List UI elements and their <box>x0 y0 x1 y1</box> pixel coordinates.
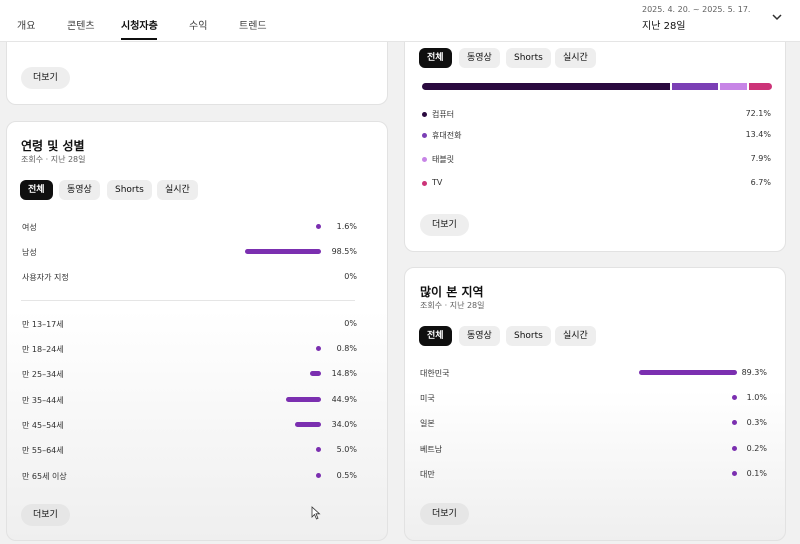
region-label-taiwan: 대만 <box>420 470 435 479</box>
device-bar-tablet <box>720 83 747 90</box>
region-dot-vietnam <box>732 446 737 451</box>
age-label-25-34: 만 25–34세 <box>22 370 64 379</box>
legend-dot-mobile <box>422 133 427 138</box>
gender-label-custom: 사용자가 지정 <box>22 273 69 282</box>
age-bar-35-44 <box>286 397 321 402</box>
tab-audience[interactable]: 시청자층 <box>121 17 158 32</box>
tab-revenue[interactable]: 수익 <box>189 17 207 32</box>
region-bar-korea <box>639 370 737 375</box>
device-bar-computer <box>422 83 670 90</box>
chip-videos[interactable]: 동영상 <box>59 180 100 200</box>
age-value-18-24: 0.8% <box>336 344 357 353</box>
age-gender-card: 연령 및 성별 조회수 · 지난 28일 전체 동영상 Shorts 실시간 여… <box>6 121 388 541</box>
age-value-55-64: 5.0% <box>336 445 357 454</box>
region-value-usa: 1.0% <box>746 393 767 402</box>
age-label-13-17: 만 13–17세 <box>22 320 64 329</box>
card-subtitle: 조회수 · 지난 28일 <box>21 155 86 164</box>
region-value-vietnam: 0.2% <box>746 444 767 453</box>
tab-trends[interactable]: 트렌드 <box>239 17 267 32</box>
region-label-vietnam: 베트남 <box>420 445 443 454</box>
chevron-down-icon[interactable] <box>770 10 784 24</box>
chip-videos[interactable]: 동영상 <box>459 48 500 68</box>
chip-shorts[interactable]: Shorts <box>107 180 152 200</box>
age-dot-18-24 <box>316 346 321 351</box>
region-dot-usa <box>732 395 737 400</box>
age-label-55-64: 만 55–64세 <box>22 446 64 455</box>
gender-value-male: 98.5% <box>331 247 357 256</box>
age-label-35-44: 만 35–44세 <box>22 396 64 405</box>
device-value-tablet: 7.9% <box>750 154 771 163</box>
device-label-computer: 컴퓨터 <box>432 110 455 119</box>
device-label-tablet: 태블릿 <box>432 155 455 164</box>
chip-shorts[interactable]: Shorts <box>506 48 551 68</box>
age-label-45-54: 만 45–54세 <box>22 421 64 430</box>
region-label-usa: 미국 <box>420 394 435 403</box>
age-bar-45-54 <box>295 422 321 427</box>
legend-dot-tv <box>422 181 427 186</box>
region-label-japan: 일본 <box>420 419 435 428</box>
tab-overview[interactable]: 개요 <box>17 17 35 32</box>
chip-all[interactable]: 전체 <box>419 326 452 346</box>
date-period-label[interactable]: 지난 28일 <box>642 17 686 32</box>
age-bar-25-34 <box>310 371 321 376</box>
legend-dot-computer <box>422 112 427 117</box>
more-button[interactable]: 더보기 <box>21 67 70 89</box>
chip-live[interactable]: 실시간 <box>555 48 596 68</box>
device-value-tv: 6.7% <box>750 178 771 187</box>
region-dot-taiwan <box>732 471 737 476</box>
mouse-cursor-icon <box>311 506 321 520</box>
active-tab-indicator <box>121 38 157 40</box>
age-value-45-54: 34.0% <box>331 420 357 429</box>
region-value-japan: 0.3% <box>746 418 767 427</box>
device-bar-tv <box>749 83 772 90</box>
region-value-taiwan: 0.1% <box>746 469 767 478</box>
gender-value-female: 1.6% <box>336 222 357 231</box>
tab-content[interactable]: 콘텐츠 <box>67 17 95 32</box>
chip-all[interactable]: 전체 <box>419 48 452 68</box>
age-label-65-plus: 만 65세 이상 <box>22 472 67 481</box>
legend-dot-tablet <box>422 157 427 162</box>
card-title: 연령 및 성별 <box>21 139 85 153</box>
age-dot-65-plus <box>316 473 321 478</box>
device-label-tv: TV <box>432 178 443 187</box>
divider <box>21 300 355 301</box>
age-dot-55-64 <box>316 447 321 452</box>
device-value-mobile: 13.4% <box>745 130 771 139</box>
gender-label-female: 여성 <box>22 223 37 232</box>
device-type-card: 전체 동영상 Shorts 실시간 컴퓨터 72.1% 휴대전화 13.4% 태… <box>404 20 786 252</box>
chip-live[interactable]: 실시간 <box>157 180 198 200</box>
more-button[interactable]: 더보기 <box>21 504 70 526</box>
more-button[interactable]: 더보기 <box>420 214 469 236</box>
device-bar-mobile <box>672 83 718 90</box>
chip-shorts[interactable]: Shorts <box>506 326 551 346</box>
date-range-text: 2025. 4. 20. ~ 2025. 5. 17. <box>642 5 751 14</box>
card-subtitle: 조회수 · 지난 28일 <box>420 301 485 310</box>
age-value-35-44: 44.9% <box>331 395 357 404</box>
chip-all[interactable]: 전체 <box>20 180 53 200</box>
age-value-25-34: 14.8% <box>331 369 357 378</box>
chip-live[interactable]: 실시간 <box>555 326 596 346</box>
top-regions-card: 많이 본 지역 조회수 · 지난 28일 전체 동영상 Shorts 실시간 대… <box>404 267 786 541</box>
card-title: 많이 본 지역 <box>420 285 484 299</box>
gender-bar-male <box>245 249 321 254</box>
chip-videos[interactable]: 동영상 <box>459 326 500 346</box>
region-dot-japan <box>732 420 737 425</box>
gender-label-male: 남성 <box>22 248 37 257</box>
region-value-korea: 89.3% <box>741 368 767 377</box>
more-button[interactable]: 더보기 <box>420 503 469 525</box>
region-label-korea: 대한민국 <box>420 369 450 378</box>
gender-value-custom: 0% <box>344 272 357 281</box>
gender-dot-female <box>316 224 321 229</box>
device-label-mobile: 휴대전화 <box>432 131 462 140</box>
age-value-13-17: 0% <box>344 319 357 328</box>
device-value-computer: 72.1% <box>745 109 771 118</box>
age-label-18-24: 만 18–24세 <box>22 345 64 354</box>
age-value-65-plus: 0.5% <box>336 471 357 480</box>
top-nav-bar: 개요 콘텐츠 시청자층 수익 트렌드 2025. 4. 20. ~ 2025. … <box>0 0 800 42</box>
